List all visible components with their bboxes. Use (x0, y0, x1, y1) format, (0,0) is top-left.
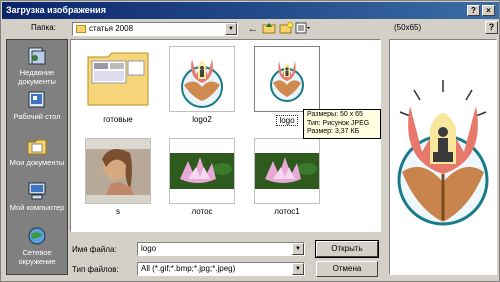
cancel-button[interactable]: Отмена (316, 261, 378, 277)
file-name: s (116, 207, 120, 216)
file-item-lotus[interactable]: лотос (166, 138, 238, 216)
desktop-icon (26, 90, 48, 110)
lookin-combo[interactable]: статья 2008 ▼ (72, 22, 238, 36)
window-title: Загрузка изображения (6, 5, 106, 15)
network-icon (26, 226, 48, 246)
new-folder-icon[interactable] (278, 22, 294, 36)
image-preview (389, 39, 497, 275)
photo-thumbnail (85, 138, 151, 204)
place-documents-label: Мои документы (9, 158, 65, 167)
tooltip-size: Размер: 3,37 КБ (307, 128, 360, 135)
my-documents-icon (26, 136, 48, 156)
filename-input[interactable]: logo ▼ (137, 242, 305, 256)
file-item-lotus1[interactable]: лотос1 (251, 138, 323, 216)
file-name: logo (276, 115, 298, 126)
lookin-label: Папка: (31, 23, 56, 32)
lotus-thumbnail (169, 138, 235, 204)
file-item-folder[interactable]: готовые (82, 46, 154, 124)
title-bar: Загрузка изображения ? × (2, 2, 499, 19)
preview-size-label: (50x65) (394, 23, 422, 32)
place-recent-label: Недавние документы (18, 68, 56, 86)
folder-thumbnail (85, 46, 151, 112)
filename-label: Имя файла: (72, 245, 117, 254)
file-info-tooltip: Размеры: 50 x 65 Тип: Рисунок JPEG Разме… (303, 109, 381, 139)
file-name: logo2 (192, 115, 212, 124)
file-item-logo2[interactable]: logo2 (166, 46, 238, 124)
open-button[interactable]: Открыть (315, 240, 379, 258)
place-desktop-label: Рабочий стол (13, 112, 61, 121)
place-documents[interactable]: Мои документы (7, 136, 67, 167)
lotus-thumbnail (254, 138, 320, 204)
places-bar: Недавние документы Рабочий стол Мои доку… (6, 39, 68, 275)
filename-value: logo (141, 244, 157, 253)
chevron-down-icon[interactable]: ▼ (225, 23, 237, 35)
chevron-down-icon[interactable]: ▼ (292, 243, 304, 255)
close-button[interactable]: × (482, 5, 495, 16)
file-open-dialog: Загрузка изображения ? × Папка: статья 2… (0, 0, 500, 282)
help-button[interactable]: ? (485, 21, 498, 34)
tooltip-dimensions: Размеры: 50 x 65 (307, 111, 363, 118)
place-desktop[interactable]: Рабочий стол (7, 90, 67, 121)
logo-thumbnail (169, 46, 235, 112)
my-computer-icon (26, 181, 48, 201)
tooltip-type: Тип: Рисунок JPEG (307, 119, 370, 127)
logo-preview-image (397, 80, 489, 226)
back-icon[interactable]: ← (245, 22, 261, 36)
file-name: лотос (191, 207, 213, 216)
place-recent[interactable]: Недавние документы (7, 46, 67, 86)
help-title-button[interactable]: ? (467, 5, 480, 16)
place-network[interactable]: Сетевое окружение (7, 226, 67, 266)
filetype-label: Тип файлов: (72, 265, 119, 274)
view-menu-icon[interactable] (295, 22, 311, 36)
file-name: готовые (103, 115, 133, 124)
place-computer[interactable]: Мой компьютер (7, 181, 67, 212)
folder-icon (76, 25, 86, 33)
file-item-s[interactable]: s (82, 138, 154, 216)
up-folder-icon[interactable] (261, 22, 277, 36)
place-network-label: Сетевое окружение (18, 248, 56, 266)
file-name: лотос1 (274, 207, 300, 216)
place-computer-label: Мой компьютер (9, 203, 65, 212)
lookin-value: статья 2008 (89, 24, 134, 33)
chevron-down-icon[interactable]: ▼ (292, 263, 304, 275)
filetype-value: All (*.gif;*.bmp;*.jpg;*.jpeg) (141, 264, 236, 273)
recent-docs-icon (26, 46, 48, 66)
logo-thumbnail (254, 46, 320, 112)
filetype-select[interactable]: All (*.gif;*.bmp;*.jpg;*.jpeg) ▼ (137, 262, 305, 276)
